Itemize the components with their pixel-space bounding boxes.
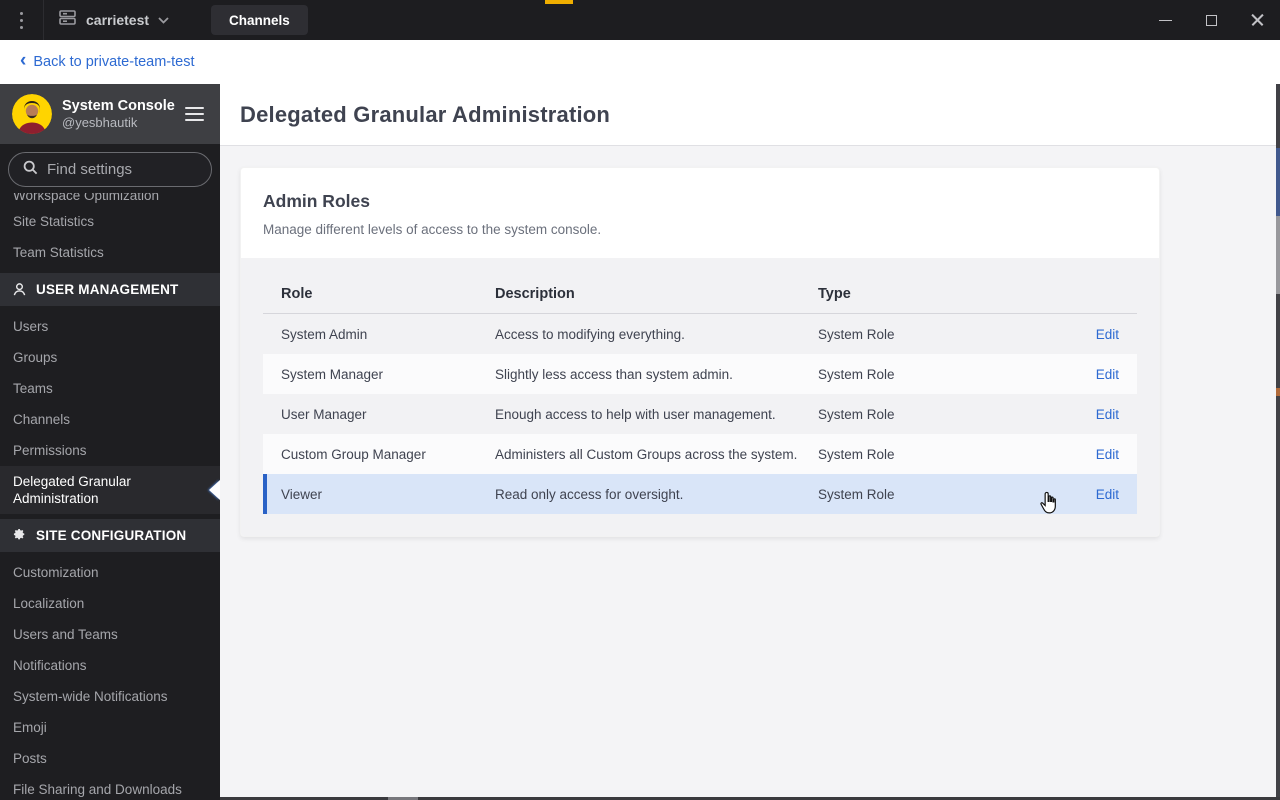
cell-role: Custom Group Manager [281, 446, 426, 462]
sidebar-item-teams[interactable]: Teams [0, 373, 220, 404]
console-username: @yesbhautik [62, 114, 138, 130]
cell-type: System Role [818, 486, 895, 502]
chevron-left-icon: ‹ [20, 50, 27, 71]
minimize-button[interactable] [1142, 0, 1188, 40]
sidebar-header: System Console @yesbhautik [0, 84, 220, 144]
cell-role: User Manager [281, 406, 367, 422]
cell-type: System Role [818, 406, 895, 422]
console-title: System Console [62, 97, 175, 114]
edit-link[interactable]: Edit [1096, 327, 1119, 342]
card-title: Admin Roles [263, 191, 370, 211]
edit-link[interactable]: Edit [1096, 487, 1119, 502]
sidebar-item-customization[interactable]: Customization [0, 557, 220, 588]
cell-description: Slightly less access than system admin. [495, 366, 733, 382]
roles-table: Role Description Type System Admin Access to… [241, 258, 1159, 536]
sidebar-item-system-wide-notifications[interactable]: System-wide Notifications [0, 681, 220, 712]
table-row-custom-group-manager[interactable]: Custom Group Manager Administers all Cust… [263, 434, 1137, 474]
window-titlebar: carrietest Channels [0, 0, 1280, 40]
user-icon [12, 282, 27, 297]
cell-role: Viewer [281, 486, 323, 502]
search-input[interactable]: Find settings [8, 152, 212, 187]
sidebar-item-localization[interactable]: Localization [0, 588, 220, 619]
sidebar-section-user-management: USER MANAGEMENT [0, 273, 220, 306]
card-header: Admin Roles Manage different levels of a… [241, 168, 1159, 258]
user-avatar[interactable] [12, 94, 52, 134]
table-row-system-manager[interactable]: System Manager Slightly less access than … [263, 354, 1137, 394]
column-header-role: Role [281, 285, 313, 302]
table-row-system-admin[interactable]: System Admin Access to modifying everythi… [263, 314, 1137, 354]
vertical-scrollbar[interactable] [1276, 84, 1280, 800]
team-selector[interactable]: carrietest [44, 0, 185, 40]
sidebar-item-channels[interactable]: Channels [0, 404, 220, 435]
app-menu-button[interactable] [0, 0, 44, 40]
sidebar-item-notifications[interactable]: Notifications [0, 650, 220, 681]
table-row-viewer[interactable]: Viewer Read only access for oversight. Sys… [263, 474, 1137, 514]
sidebar-item-users-and-teams[interactable]: Users and Teams [0, 619, 220, 650]
cell-type: System Role [818, 326, 895, 342]
table-header-row: Role Description Type [263, 274, 1137, 314]
cell-role: System Admin [281, 326, 368, 342]
server-icon [58, 8, 77, 32]
edit-link[interactable]: Edit [1096, 367, 1119, 382]
window-controls [1142, 0, 1280, 40]
sidebar-item-groups[interactable]: Groups [0, 342, 220, 373]
close-icon [1251, 14, 1264, 27]
gear-icon [12, 528, 27, 543]
content-area: Admin Roles Manage different levels of a… [220, 146, 1280, 800]
tab-channels[interactable]: Channels [211, 5, 308, 35]
cell-description: Enough access to help with user manageme… [495, 406, 776, 422]
chevron-down-icon [158, 11, 169, 29]
sidebar-item-workspace-optimization[interactable]: Workspace Optimization [0, 193, 220, 206]
sidebar-item-team-statistics[interactable]: Team Statistics [0, 237, 220, 268]
kebab-menu-icon [20, 10, 23, 31]
titlebar-accent-speck [545, 0, 573, 4]
sidebar-item-users[interactable]: Users [0, 311, 220, 342]
page-title: Delegated Granular Administration [240, 101, 611, 127]
sidebar-section-site-configuration: SITE CONFIGURATION [0, 519, 220, 552]
system-console-sidebar: System Console @yesbhautik Find settings… [0, 84, 220, 800]
sidebar-search: Find settings [0, 144, 220, 193]
sidebar-nav: Workspace Optimization Site Statistics Tea… [0, 193, 220, 800]
maximize-icon [1205, 14, 1217, 26]
sidebar-item-delegated-granular-administration[interactable]: Delegated Granular Administration [0, 466, 220, 514]
back-bar: ‹ Back to private-team-test [0, 40, 1280, 84]
cell-type: System Role [818, 446, 895, 462]
edit-link[interactable]: Edit [1096, 407, 1119, 422]
search-icon [23, 160, 38, 180]
minimize-icon [1158, 19, 1172, 21]
column-header-type: Type [818, 285, 851, 302]
maximize-button[interactable] [1188, 0, 1234, 40]
back-to-team-link[interactable]: ‹ Back to private-team-test [20, 50, 195, 71]
hamburger-menu-icon[interactable] [181, 103, 208, 126]
column-header-description: Description [495, 285, 575, 302]
scrollbar-thumb[interactable] [1276, 148, 1280, 216]
sidebar-item-site-statistics[interactable]: Site Statistics [0, 206, 220, 237]
sidebar-item-permissions[interactable]: Permissions [0, 435, 220, 466]
sidebar-item-file-sharing-and-downloads[interactable]: File Sharing and Downloads [0, 774, 220, 800]
selected-item-caret-icon [209, 480, 220, 500]
cell-type: System Role [818, 366, 895, 382]
team-name: carrietest [86, 12, 150, 28]
main-panel: Delegated Granular Administration Admin … [220, 84, 1280, 800]
card-subtitle: Manage different levels of access to the… [263, 222, 602, 237]
table-row-user-manager[interactable]: User Manager Enough access to help with u… [263, 394, 1137, 434]
cell-description: Access to modifying everything. [495, 326, 685, 342]
sidebar-item-posts[interactable]: Posts [0, 743, 220, 774]
sidebar-item-emoji[interactable]: Emoji [0, 712, 220, 743]
cell-description: Read only access for oversight. [495, 486, 684, 502]
cell-description: Administers all Custom Groups across the… [495, 446, 798, 462]
edit-link[interactable]: Edit [1096, 447, 1119, 462]
page-header: Delegated Granular Administration [220, 84, 1280, 146]
close-button[interactable] [1234, 0, 1280, 40]
admin-roles-card: Admin Roles Manage different levels of a… [240, 167, 1160, 537]
search-placeholder: Find settings [47, 161, 133, 178]
back-link-label: Back to private-team-test [33, 54, 195, 70]
cell-role: System Manager [281, 366, 384, 382]
